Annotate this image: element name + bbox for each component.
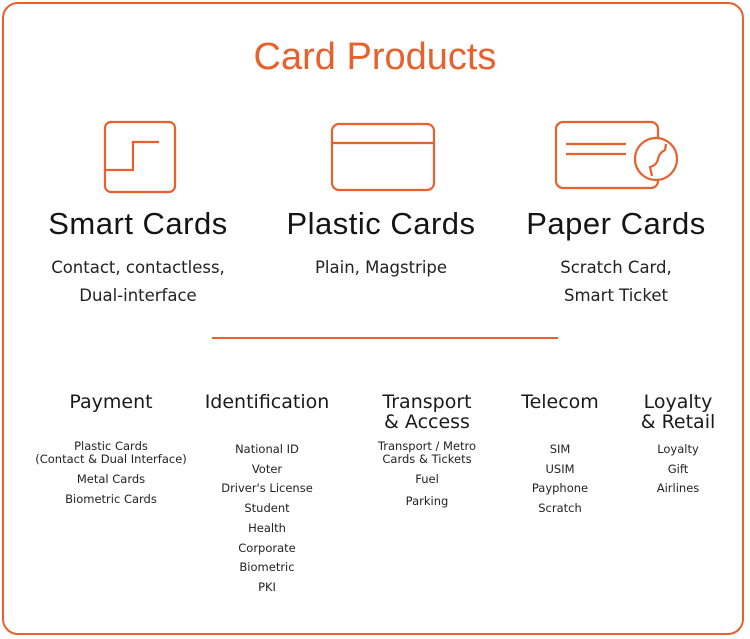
category-item: Health: [248, 520, 286, 535]
category-telecom: Telecom SIM USIM Payphone Scratch: [506, 392, 614, 519]
category-item: Scratch: [538, 501, 582, 516]
category-heading: Payment: [69, 391, 153, 413]
category-item: Driver's License: [221, 481, 313, 496]
category-heading: Loyalty: [643, 391, 713, 413]
category-loyalty-retail: Loyalty & Retail Loyalty Gift Airlines: [628, 392, 728, 499]
category-item: Gift: [667, 461, 689, 476]
card-products-frame: [2, 2, 744, 635]
product-plastic-cards: Plastic Cards Plain, Magstripe: [256, 206, 506, 282]
product-paper-cards: Paper Cards Scratch Card, Smart Ticket: [491, 206, 741, 310]
smart-card-chip-icon: [103, 120, 177, 194]
product-desc-line: Dual-interface: [79, 286, 197, 305]
category-item: (Contact & Dual Interface): [35, 452, 187, 466]
product-smart-cards: Smart Cards Contact, contactless, Dual-i…: [13, 206, 263, 310]
category-heading: Transport: [382, 391, 472, 413]
product-desc-line: Scratch Card,: [560, 258, 672, 277]
category-item: Airlines: [656, 481, 700, 496]
category-item: Payphone: [531, 481, 589, 496]
section-divider: [212, 337, 558, 339]
category-item: Cards & Tickets: [382, 452, 472, 466]
category-heading: Telecom: [521, 391, 599, 413]
plastic-card-icon: [330, 122, 436, 192]
category-heading: & Retail: [640, 411, 716, 433]
category-item: SIM: [549, 442, 571, 456]
product-desc-line: Plain, Magstripe: [314, 258, 448, 277]
category-transport-access: Transport & Access Transport / Metro Car…: [352, 392, 502, 511]
category-item: Corporate: [238, 540, 296, 555]
category-item: Biometric Cards: [65, 492, 157, 506]
category-heading: & Access: [384, 411, 470, 433]
page-title: Card Products: [253, 36, 497, 78]
product-desc-line: Contact, contactless,: [51, 258, 225, 277]
product-name: Plastic Cards: [286, 206, 476, 241]
category-heading: Identification: [204, 391, 330, 413]
category-item: Student: [244, 501, 290, 516]
category-item: USIM: [545, 461, 575, 476]
category-item: Voter: [251, 461, 283, 476]
category-item: Parking: [405, 494, 449, 508]
category-item: Loyalty: [657, 442, 699, 456]
product-desc-line: Smart Ticket: [564, 286, 668, 305]
category-item: Metal Cards: [76, 472, 146, 486]
category-item: PKI: [258, 579, 276, 594]
product-name: Paper Cards: [526, 206, 706, 241]
category-payment: Payment Plastic Cards (Contact & Dual In…: [20, 392, 202, 509]
category-item: Fuel: [415, 472, 439, 486]
paper-card-scratch-icon: [554, 120, 679, 190]
category-item: Biometric: [239, 560, 295, 575]
category-identification: Identification National ID Voter Driver'…: [194, 392, 340, 598]
product-name: Smart Cards: [48, 206, 228, 241]
category-item: National ID: [235, 442, 299, 456]
